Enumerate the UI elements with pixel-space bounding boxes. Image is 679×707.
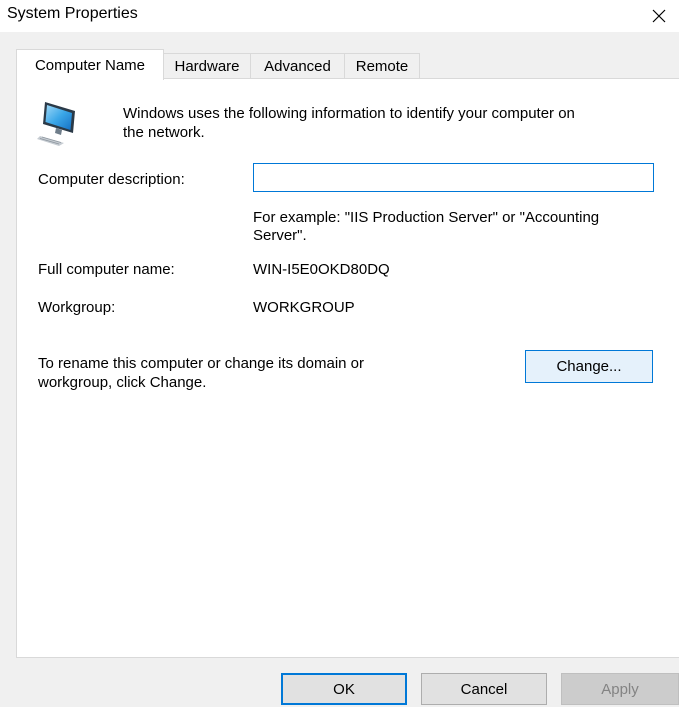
computer-icon xyxy=(37,102,75,146)
rename-text-line2: workgroup, click Change. xyxy=(38,374,207,391)
dialog-body: Computer Name Hardware Advanced Remote W… xyxy=(0,32,679,707)
intro-text-line1: Windows uses the following information t… xyxy=(123,105,575,122)
window-title: System Properties xyxy=(7,5,138,22)
example-text-line2: Server". xyxy=(253,227,307,244)
computer-description-input[interactable] xyxy=(253,163,654,192)
example-text-line1: For example: "IIS Production Server" or … xyxy=(253,209,600,226)
tab-computer-name[interactable]: Computer Name xyxy=(16,49,164,80)
close-icon xyxy=(652,9,666,23)
tab-label: Advanced xyxy=(264,58,331,75)
computer-name-panel: Windows uses the following information t… xyxy=(16,78,679,658)
workgroup-value: WORKGROUP xyxy=(253,299,355,316)
computer-description-label: Computer description: xyxy=(38,171,185,188)
change-button[interactable]: Change... xyxy=(525,350,653,383)
tab-label: Remote xyxy=(355,58,409,75)
close-button[interactable] xyxy=(639,0,679,32)
intro-text-line2: the network. xyxy=(123,124,205,141)
tab-label: Hardware xyxy=(174,58,240,75)
ok-button[interactable]: OK xyxy=(281,673,407,705)
tab-advanced[interactable]: Advanced xyxy=(250,53,345,79)
cancel-button[interactable]: Cancel xyxy=(421,673,547,705)
full-computer-name-label: Full computer name: xyxy=(38,261,175,278)
apply-button[interactable]: Apply xyxy=(561,673,679,705)
rename-text-line1: To rename this computer or change its do… xyxy=(38,355,364,372)
full-computer-name-value: WIN-I5E0OKD80DQ xyxy=(253,261,390,278)
workgroup-label: Workgroup: xyxy=(38,299,116,316)
tab-label: Computer Name xyxy=(34,56,146,74)
tab-hardware[interactable]: Hardware xyxy=(163,53,251,79)
tab-remote[interactable]: Remote xyxy=(344,53,420,79)
title-bar: System Properties xyxy=(0,0,679,32)
